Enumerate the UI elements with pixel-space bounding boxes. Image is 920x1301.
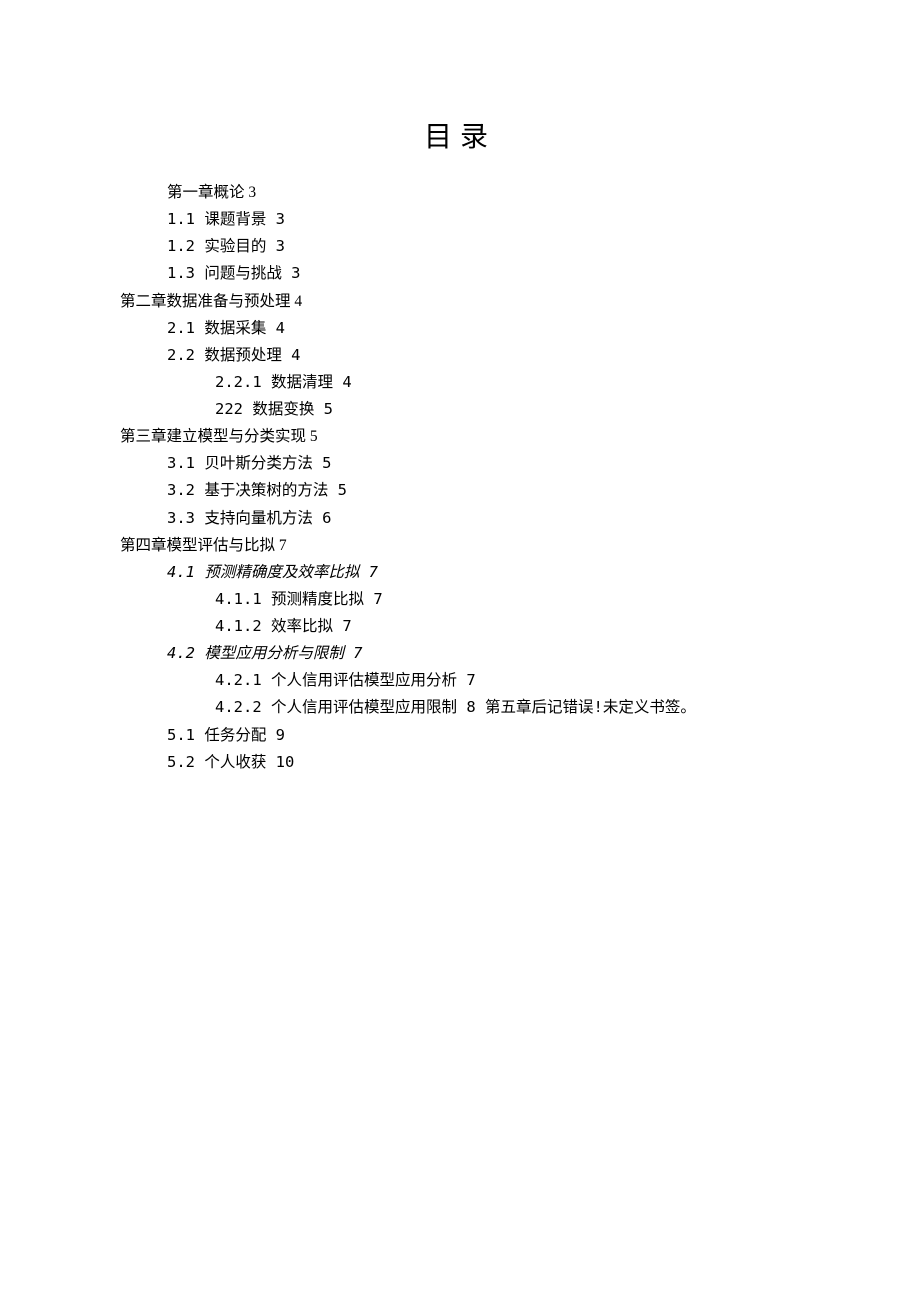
toc-entry: 5.2 个人收获 10: [120, 749, 920, 776]
toc-entry: 2.2.1 数据清理 4: [120, 369, 920, 396]
toc-entry: 1.1 课题背景 3: [120, 206, 920, 233]
toc-entry: 3.1 贝叶斯分类方法 5: [120, 450, 920, 477]
toc-entry: 第二章数据准备与预处理 4: [120, 288, 920, 315]
toc-entry: 4.1.1 预测精度比拟 7: [120, 586, 920, 613]
toc-entry: 4.2.1 个人信用评估模型应用分析 7: [120, 667, 920, 694]
toc-entry: 2.1 数据采集 4: [120, 315, 920, 342]
toc-entry: 3.3 支持向量机方法 6: [120, 505, 920, 532]
table-of-contents: 第一章概论 3 1.1 课题背景 3 1.2 实验目的 3 1.3 问题与挑战 …: [0, 179, 920, 776]
toc-entry: 第四章模型评估与比拟 7: [120, 532, 920, 559]
toc-entry: 4.2 模型应用分析与限制 7: [120, 640, 920, 667]
toc-entry: 第一章概论 3: [120, 179, 920, 206]
toc-entry: 第三章建立模型与分类实现 5: [120, 423, 920, 450]
toc-entry: 3.2 基于决策树的方法 5: [120, 477, 920, 504]
toc-entry: 2.2 数据预处理 4: [120, 342, 920, 369]
toc-entry: 1.2 实验目的 3: [120, 233, 920, 260]
toc-entry: 1.3 问题与挑战 3: [120, 260, 920, 287]
toc-entry: 4.1 预测精确度及效率比拟 7: [120, 559, 920, 586]
toc-entry: 4.2.2 个人信用评估模型应用限制 8 第五章后记错误!未定义书签。: [120, 694, 920, 721]
toc-entry: 222 数据变换 5: [120, 396, 920, 423]
toc-entry: 4.1.2 效率比拟 7: [120, 613, 920, 640]
toc-entry: 5.1 任务分配 9: [120, 722, 920, 749]
page-title: 目录: [0, 115, 920, 155]
